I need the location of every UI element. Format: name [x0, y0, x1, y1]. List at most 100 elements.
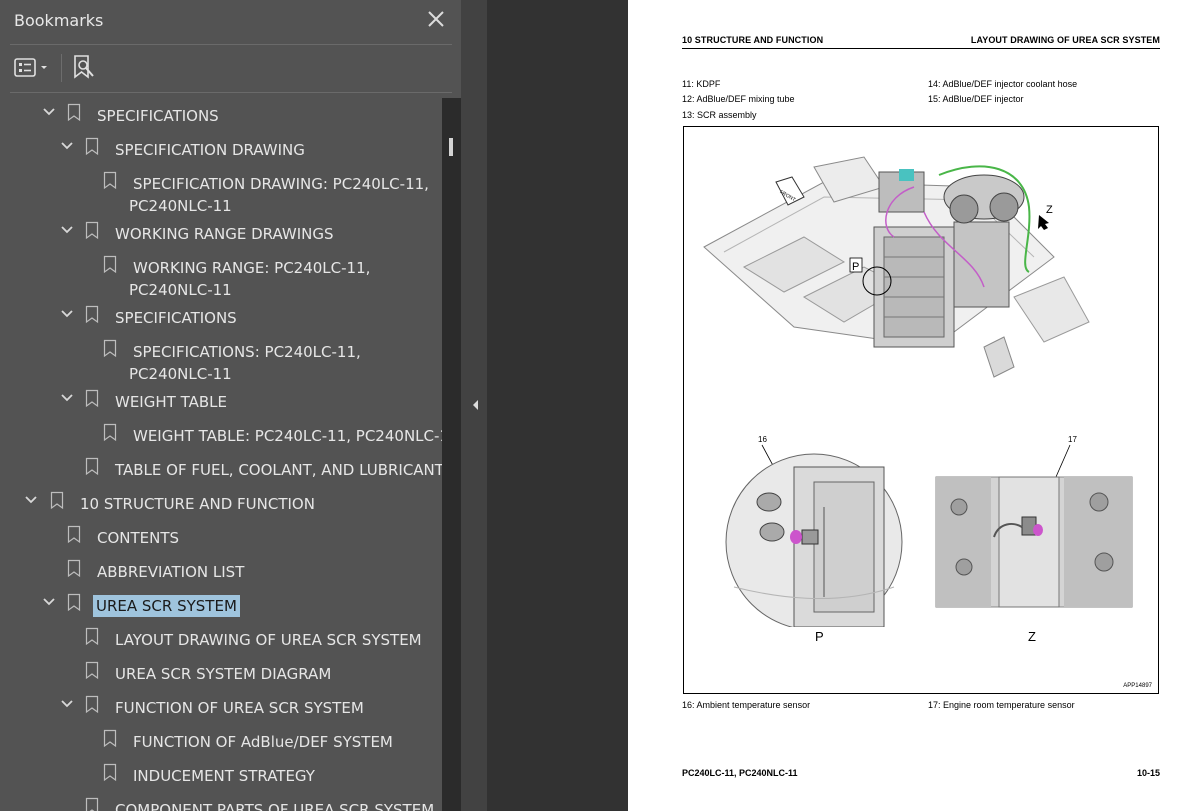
header-rule: [682, 48, 1160, 49]
bookmark-label-line: PC240NLC-11: [129, 197, 232, 215]
bookmark-icon: [103, 339, 117, 358]
bookmark-label: WORKING RANGE: PC240LC-11, PC240NLC-11: [129, 257, 371, 301]
bookmark-options-icon[interactable]: [13, 55, 51, 81]
bookmark-label: SPECIFICATIONS: [97, 105, 219, 127]
bookmark-label-line: PC240NLC-11: [129, 281, 232, 299]
bookmark-label: ABBREVIATION LIST: [97, 561, 244, 583]
bookmark-label: TABLE OF FUEL, COOLANT, AND LUBRICANTS: [115, 459, 442, 481]
page-header-right: LAYOUT DRAWING OF UREA SCR SYSTEM: [970, 35, 1160, 45]
scrollbar-thumb[interactable]: [449, 138, 453, 156]
panel-divider: [10, 92, 452, 93]
bookmark-label: INDUCEMENT STRATEGY: [133, 765, 315, 787]
bookmark-item[interactable]: WORKING RANGE: PC240LC-11, PC240NLC-11: [0, 250, 442, 300]
bookmark-item[interactable]: CONTENTS: [0, 520, 442, 554]
bookmark-item[interactable]: SPECIFICATIONS: [0, 300, 442, 334]
bookmark-icon: [103, 763, 117, 782]
bookmark-label: WEIGHT TABLE: PC240LC-11, PC240NLC-11: [133, 425, 442, 447]
chevron-down-icon[interactable]: [42, 106, 56, 118]
bookmark-item[interactable]: WEIGHT TABLE: [0, 384, 442, 418]
bookmark-label: SPECIFICATIONS: [115, 307, 237, 329]
bookmark-label: FUNCTION OF AdBlue/DEF SYSTEM: [133, 731, 393, 753]
collapse-panel-icon[interactable]: [469, 396, 481, 414]
document-page: 10 STRUCTURE AND FUNCTION LAYOUT DRAWING…: [628, 0, 1200, 811]
chevron-down-icon[interactable]: [60, 698, 74, 710]
figure-frame: FRONT Z P 16 P 17 Z APP14897: [683, 126, 1159, 694]
panel-divider: [10, 44, 452, 45]
chevron-down-icon[interactable]: [60, 392, 74, 404]
bookmark-label-line: FUNCTION OF UREA SCR SYSTEM: [115, 699, 364, 717]
bookmark-label-line: SPECIFICATIONS: [97, 107, 219, 125]
bookmark-item[interactable]: WORKING RANGE DRAWINGS: [0, 216, 442, 250]
bookmark-icon: [67, 593, 81, 612]
detail-p-caption: P: [815, 629, 824, 644]
bookmark-label: WORKING RANGE DRAWINGS: [115, 223, 334, 245]
figure-caption: 16: Ambient temperature sensor: [682, 700, 811, 710]
bookmark-item[interactable]: SPECIFICATION DRAWING: PC240LC-11, PC240N…: [0, 166, 442, 216]
figure-caption: 17: Engine room temperature sensor: [928, 700, 1075, 710]
bookmark-icon: [85, 221, 99, 240]
bookmark-icon: [85, 661, 99, 680]
bookmark-icon: [103, 255, 117, 274]
panel-title: Bookmarks: [14, 11, 104, 30]
bookmark-label-line: CONTENTS: [97, 529, 180, 547]
callout-16: 16: [758, 435, 767, 444]
bookmark-item[interactable]: SPECIFICATIONS: [0, 98, 442, 132]
bookmark-item[interactable]: 10 STRUCTURE AND FUNCTION: [0, 486, 442, 520]
z-view-label: Z: [1046, 204, 1053, 216]
bookmark-item[interactable]: FUNCTION OF UREA SCR SYSTEM: [0, 690, 442, 724]
scrollbar-track[interactable]: [442, 98, 461, 811]
bookmark-label: WEIGHT TABLE: [115, 391, 227, 413]
bookmark-tree: SPECIFICATIONS SPECIFICATION DRAWING SPECI…: [0, 98, 442, 811]
bookmark-label-line: COMPONENT PARTS OF UREA SCR SYSTEM: [115, 801, 435, 811]
bookmark-label-line: WEIGHT TABLE: PC240LC-11, PC240NLC-11: [133, 427, 442, 445]
bookmark-icon: [85, 695, 99, 714]
bookmark-label-line: 10 STRUCTURE AND FUNCTION: [80, 495, 315, 513]
bookmark-label-line: PC240NLC-11: [129, 365, 232, 383]
bookmark-icon: [85, 305, 99, 324]
bookmark-label: UREA SCR SYSTEM: [93, 595, 240, 617]
detail-p-illustration: [725, 444, 903, 627]
bookmark-item[interactable]: UREA SCR SYSTEM DIAGRAM: [0, 656, 442, 690]
bookmark-item[interactable]: WEIGHT TABLE: PC240LC-11, PC240NLC-11: [0, 418, 442, 452]
bookmark-label-line: WEIGHT TABLE: [115, 393, 227, 411]
machine-layout-illustration: FRONT Z P: [703, 156, 1090, 378]
bookmark-item[interactable]: INDUCEMENT STRATEGY: [0, 758, 442, 792]
bookmark-item[interactable]: TABLE OF FUEL, COOLANT, AND LUBRICANTS: [0, 452, 442, 486]
bookmark-item[interactable]: FUNCTION OF AdBlue/DEF SYSTEM: [0, 724, 442, 758]
chevron-down-icon[interactable]: [60, 224, 74, 236]
page-footer-model: PC240LC-11, PC240NLC-11: [682, 768, 798, 778]
bookmark-item[interactable]: SPECIFICATION DRAWING: [0, 132, 442, 166]
bookmark-item[interactable]: SPECIFICATIONS: PC240LC-11, PC240NLC-11: [0, 334, 442, 384]
bookmark-item[interactable]: UREA SCR SYSTEM: [0, 588, 442, 622]
bookmark-item[interactable]: LAYOUT DRAWING OF UREA SCR SYSTEM: [0, 622, 442, 656]
bookmark-icon: [85, 797, 99, 811]
bookmark-label: FUNCTION OF UREA SCR SYSTEM: [115, 697, 364, 719]
legend-item: 14: AdBlue/DEF injector coolant hose: [928, 79, 1078, 89]
legend-item: 12: AdBlue/DEF mixing tube: [682, 94, 795, 104]
chevron-down-icon[interactable]: [42, 596, 56, 608]
chevron-down-icon[interactable]: [24, 494, 38, 506]
close-icon[interactable]: [424, 7, 448, 31]
bookmark-label-line: SPECIFICATIONS: PC240LC-11,: [133, 343, 361, 361]
bookmark-item[interactable]: COMPONENT PARTS OF UREA SCR SYSTEM: [0, 792, 442, 811]
bookmark-label: SPECIFICATION DRAWING: [115, 139, 305, 161]
bookmark-icon: [103, 423, 117, 442]
chevron-down-icon[interactable]: [60, 308, 74, 320]
bookmark-label-line: TABLE OF FUEL, COOLANT, AND LUBRICANTS: [115, 461, 442, 479]
detail-z-illustration: [935, 444, 1133, 608]
bookmark-label: 10 STRUCTURE AND FUNCTION: [80, 493, 315, 515]
bookmark-icon: [67, 103, 81, 122]
bookmark-icon: [103, 171, 117, 190]
legend-item: 13: SCR assembly: [682, 110, 757, 120]
chevron-down-icon[interactable]: [60, 140, 74, 152]
legend-item: 11: KDPF: [682, 79, 721, 89]
bookmark-icon: [85, 457, 99, 476]
bookmark-item[interactable]: ABBREVIATION LIST: [0, 554, 442, 588]
bookmark-label-line: SPECIFICATION DRAWING: PC240LC-11,: [133, 175, 429, 193]
bookmark-label: UREA SCR SYSTEM DIAGRAM: [115, 663, 331, 685]
bookmark-label-line: FUNCTION OF AdBlue/DEF SYSTEM: [133, 733, 393, 751]
find-current-bookmark-icon[interactable]: [70, 53, 98, 81]
figure-code: APP14897: [1123, 683, 1152, 689]
bookmark-label-line: SPECIFICATIONS: [115, 309, 237, 327]
bookmark-label-line: WORKING RANGE: PC240LC-11,: [133, 259, 371, 277]
